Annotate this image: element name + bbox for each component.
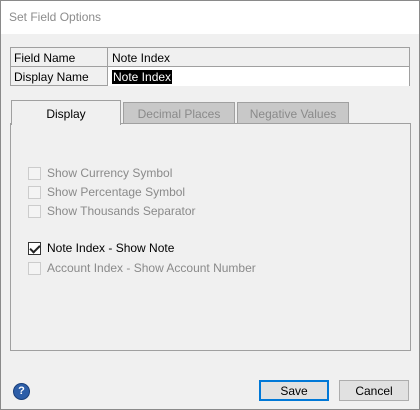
save-button[interactable]: Save xyxy=(259,380,329,401)
show-percentage-symbol-label: Show Percentage Symbol xyxy=(47,185,186,199)
cancel-button[interactable]: Cancel xyxy=(339,380,409,401)
display-name-row: Display Name Note Index xyxy=(11,67,409,86)
display-tab-panel: Show Currency Symbol Show Percentage Sym… xyxy=(10,123,411,351)
field-name-value: Note Index xyxy=(107,48,409,67)
window-title: Set Field Options xyxy=(1,1,419,34)
tab-display[interactable]: Display xyxy=(11,100,121,125)
note-index-show-note-checkbox[interactable] xyxy=(28,241,41,255)
field-name-row: Field Name Note Index xyxy=(11,48,409,67)
display-name-label: Display Name xyxy=(14,70,89,84)
show-thousands-separator-option[interactable]: Show Thousands Separator xyxy=(28,203,196,219)
show-percentage-symbol-checkbox[interactable] xyxy=(28,185,41,199)
show-percentage-symbol-option[interactable]: Show Percentage Symbol xyxy=(28,184,185,200)
field-info-grid: Field Name Note Index Display Name Note … xyxy=(10,47,410,86)
tab-decimal-places[interactable]: Decimal Places xyxy=(123,102,235,124)
account-index-show-account-number-option[interactable]: Account Index - Show Account Number xyxy=(28,260,256,276)
account-index-show-account-number-label: Account Index - Show Account Number xyxy=(47,261,256,275)
display-name-selected-text: Note Index xyxy=(112,70,173,84)
note-index-show-note-option[interactable]: Note Index - Show Note xyxy=(28,240,174,256)
help-icon[interactable]: ? xyxy=(13,383,30,400)
show-currency-symbol-checkbox[interactable] xyxy=(28,166,41,180)
display-name-input[interactable]: Note Index xyxy=(107,67,409,86)
show-thousands-separator-checkbox[interactable] xyxy=(28,204,41,218)
tab-negative-values[interactable]: Negative Values xyxy=(237,102,349,124)
set-field-options-dialog: Set Field Options Field Name Note Index … xyxy=(0,0,420,410)
show-currency-symbol-option[interactable]: Show Currency Symbol xyxy=(28,165,172,181)
field-name-label: Field Name xyxy=(14,51,76,65)
note-index-show-note-label: Note Index - Show Note xyxy=(47,241,175,255)
show-currency-symbol-label: Show Currency Symbol xyxy=(47,166,173,180)
account-index-show-account-number-checkbox[interactable] xyxy=(28,261,41,275)
show-thousands-separator-label: Show Thousands Separator xyxy=(47,204,196,218)
